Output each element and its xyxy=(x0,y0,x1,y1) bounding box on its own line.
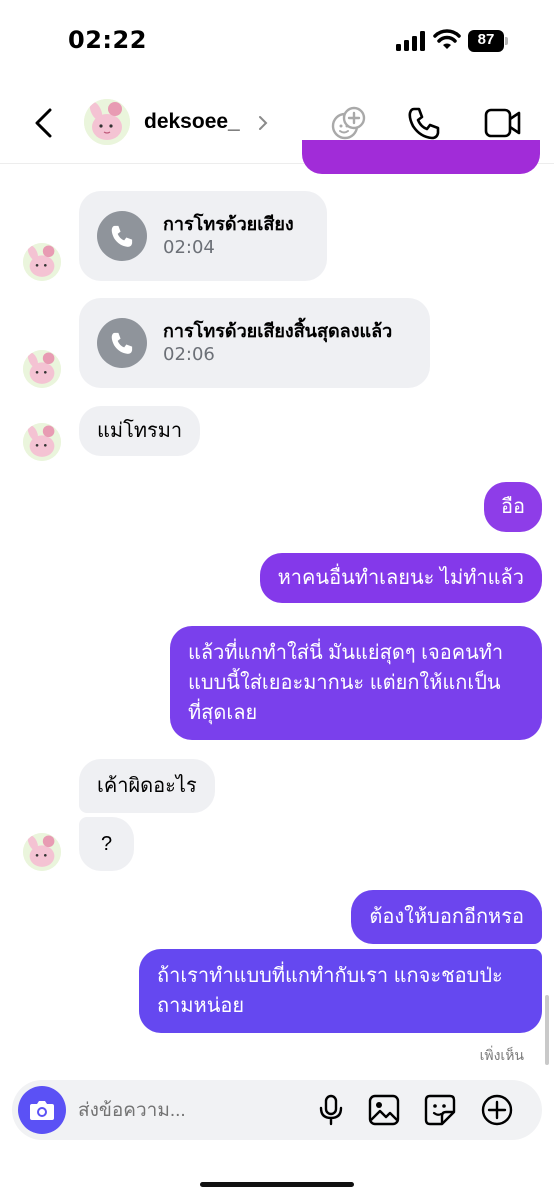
avatar-image xyxy=(23,423,61,461)
message-text-line: แบบนี้ใส่เยอะมากนะ แต่ยกให้แกเป็น xyxy=(188,672,501,694)
sticker-icon[interactable] xyxy=(424,1094,456,1126)
message-bubble-outgoing[interactable]: ถ้าเราทำแบบที่แกทำกับเรา แกจะชอบป่ะ ถามห… xyxy=(139,949,542,1033)
call-time: 02:06 xyxy=(163,344,215,365)
status-bar: 02:22 87 xyxy=(0,0,554,80)
camera-icon xyxy=(30,1101,54,1120)
message-text: เค้าผิดอะไร xyxy=(97,775,197,797)
message-bubble-outgoing-partial xyxy=(302,140,540,174)
microphone-icon[interactable] xyxy=(318,1094,344,1126)
message-text: ? xyxy=(101,833,113,855)
call-title: การโทรด้วยเสียงสิ้นสุดลงแล้ว xyxy=(163,321,393,342)
avatar-image xyxy=(23,350,61,388)
voice-call-ended-message[interactable]: การโทรด้วยเสียงสิ้นสุดลงแล้ว 02:06 xyxy=(79,298,430,388)
battery-icon: 87 xyxy=(468,30,508,52)
home-indicator xyxy=(200,1182,354,1187)
message-input[interactable] xyxy=(78,1096,298,1126)
chevron-right-icon[interactable] xyxy=(257,114,269,132)
message-composer xyxy=(12,1080,542,1140)
plus-icon[interactable] xyxy=(481,1094,513,1126)
contact-avatar[interactable] xyxy=(84,99,130,145)
message-bubble-outgoing[interactable]: แล้วที่แกทำใส่นี่ มันแย่สุดๆ เจอคนทำ แบบ… xyxy=(170,626,542,740)
avatar-image xyxy=(84,99,130,145)
message-text-line: แล้วที่แกทำใส่นี่ มันแย่สุดๆ เจอคนทำ xyxy=(188,642,504,664)
phone-call-icon xyxy=(97,211,147,261)
message-text: หาคนอื่นทำเลยนะ ไม่ทำแล้ว xyxy=(277,567,524,589)
message-text-line: ที่สุดเลย xyxy=(188,702,258,724)
sender-avatar[interactable] xyxy=(23,350,61,388)
video-icon[interactable] xyxy=(484,107,522,139)
back-icon[interactable] xyxy=(30,106,58,140)
seen-status: เพิ่งเห็น xyxy=(479,1048,524,1064)
call-ended-icon xyxy=(97,318,147,368)
message-text: อือ xyxy=(500,496,525,518)
message-bubble-outgoing[interactable]: ต้องให้บอกอีกหรอ xyxy=(351,890,542,944)
message-bubble-incoming[interactable]: ? xyxy=(79,817,135,871)
avatar-image xyxy=(23,833,61,871)
scrollbar[interactable] xyxy=(545,995,549,1065)
add-emoji-icon[interactable] xyxy=(330,105,366,141)
message-bubble-incoming[interactable]: เค้าผิดอะไร xyxy=(79,759,215,813)
sender-avatar[interactable] xyxy=(23,243,61,281)
avatar-image xyxy=(23,243,61,281)
message-text: แม่โทรมา xyxy=(97,420,183,442)
contact-username[interactable]: deksoee_ xyxy=(144,110,240,134)
message-text-line: ถ้าเราทำแบบที่แกทำกับเรา แกจะชอบป่ะ xyxy=(157,965,503,987)
message-bubble-outgoing[interactable]: หาคนอื่นทำเลยนะ ไม่ทำแล้ว xyxy=(259,553,542,603)
sender-avatar[interactable] xyxy=(23,833,61,871)
wifi-icon xyxy=(433,29,461,49)
camera-button[interactable] xyxy=(18,1086,66,1134)
call-time: 02:04 xyxy=(163,237,215,258)
call-title: การโทรด้วยเสียง xyxy=(163,214,294,235)
phone-icon[interactable] xyxy=(406,105,442,141)
status-time: 02:22 xyxy=(68,26,147,54)
message-bubble-outgoing[interactable]: อือ xyxy=(483,482,542,532)
message-text-line: ถามหน่อย xyxy=(157,995,245,1017)
battery-percentage: 87 xyxy=(477,31,495,48)
message-bubble-incoming[interactable]: แม่โทรมา xyxy=(79,406,201,456)
image-icon[interactable] xyxy=(368,1094,400,1126)
voice-call-message[interactable]: การโทรด้วยเสียง 02:04 xyxy=(79,191,327,281)
message-text: ต้องให้บอกอีกหรอ xyxy=(369,906,524,928)
cell-signal-icon xyxy=(396,31,425,51)
sender-avatar[interactable] xyxy=(23,423,61,461)
